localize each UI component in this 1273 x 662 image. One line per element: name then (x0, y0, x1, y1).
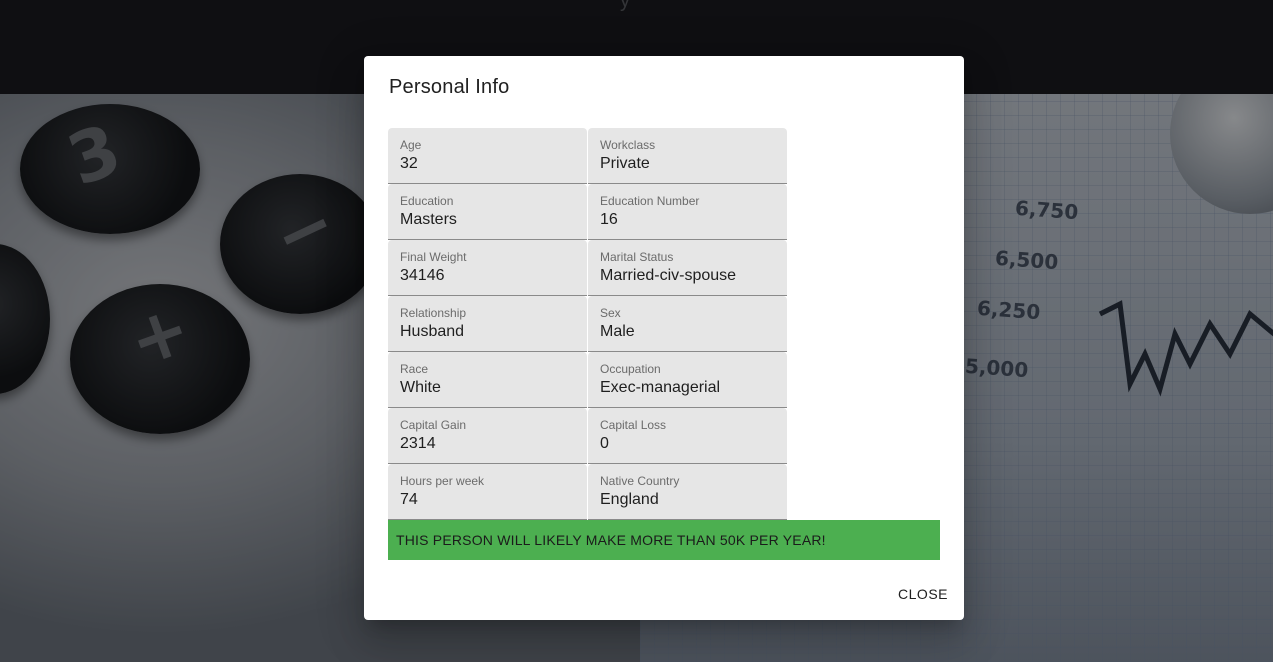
field-value: Husband (400, 323, 465, 340)
field-value: 32 (400, 155, 418, 172)
field-label: Education Number (600, 194, 700, 208)
field-label: Occupation (600, 362, 661, 376)
personal-info-grid: Age 32 Workclass Private Education Maste… (388, 128, 788, 520)
personal-info-dialog: Personal Info Age 32 Workclass Private E… (364, 56, 964, 620)
field-value: Male (600, 323, 635, 340)
field-hours-per-week[interactable]: Hours per week 74 (388, 464, 587, 520)
field-label: Age (400, 138, 422, 152)
field-row: Relationship Husband Sex Male (388, 296, 788, 352)
field-occupation[interactable]: Occupation Exec-managerial (588, 352, 787, 408)
field-row: Capital Gain 2314 Capital Loss 0 (388, 408, 788, 464)
field-label: Race (400, 362, 429, 376)
field-workclass[interactable]: Workclass Private (588, 128, 787, 184)
field-label: Capital Loss (600, 418, 667, 432)
field-label: Marital Status (600, 250, 674, 264)
field-label: Final Weight (400, 250, 467, 264)
field-value: Exec-managerial (600, 379, 721, 396)
field-value: 2314 (400, 435, 436, 452)
field-native-country[interactable]: Native Country England (588, 464, 787, 520)
prediction-result-banner: THIS PERSON WILL LIKELY MAKE MORE THAN 5… (388, 520, 940, 560)
field-marital-status[interactable]: Marital Status Married-civ-spouse (588, 240, 787, 296)
field-capital-loss[interactable]: Capital Loss 0 (588, 408, 787, 464)
field-row: Hours per week 74 Native Country England (388, 464, 788, 520)
field-label: Workclass (600, 138, 656, 152)
field-row: Race White Occupation Exec-managerial (388, 352, 788, 408)
field-value: 74 (400, 491, 418, 508)
field-label: Relationship (400, 306, 467, 320)
field-value: White (400, 379, 441, 396)
dialog-title: Personal Info (389, 76, 510, 98)
close-button[interactable]: CLOSE (892, 580, 954, 608)
field-label: Hours per week (400, 474, 485, 488)
field-sex[interactable]: Sex Male (588, 296, 787, 352)
field-value: Private (600, 155, 650, 172)
field-label: Education (400, 194, 454, 208)
field-value: 34146 (400, 267, 445, 284)
field-race[interactable]: Race White (388, 352, 587, 408)
field-row: Final Weight 34146 Marital Status Marrie… (388, 240, 788, 296)
field-label: Native Country (600, 474, 680, 488)
field-relationship[interactable]: Relationship Husband (388, 296, 587, 352)
page: y 3 − + 6,750 6,500 6,250 5,000 Personal… (0, 0, 1273, 662)
field-value: 16 (600, 211, 618, 228)
field-final-weight[interactable]: Final Weight 34146 (388, 240, 587, 296)
field-education[interactable]: Education Masters (388, 184, 587, 240)
field-row: Age 32 Workclass Private (388, 128, 788, 184)
field-label: Capital Gain (400, 418, 467, 432)
field-age[interactable]: Age 32 (388, 128, 587, 184)
field-value: 0 (600, 435, 609, 452)
field-label: Sex (600, 306, 621, 320)
field-row: Education Masters Education Number 16 (388, 184, 788, 240)
field-value: Masters (400, 211, 457, 228)
field-value: England (600, 491, 659, 508)
field-education-number[interactable]: Education Number 16 (588, 184, 787, 240)
field-value: Married-civ-spouse (600, 267, 737, 284)
field-capital-gain[interactable]: Capital Gain 2314 (388, 408, 587, 464)
